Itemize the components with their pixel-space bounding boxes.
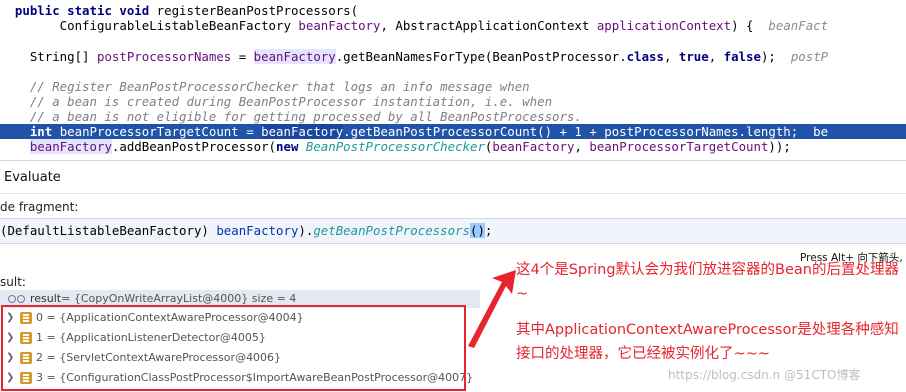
annotation-note-1: 这4个是Spring默认会为我们放进容器的Bean的后置处理器~ [516,262,899,302]
code-line: beanFactory.addBeanPostProcessor(new Bea… [29,139,791,154]
annotation-highlight-box [1,305,466,391]
code-editor[interactable]: public static void registerBeanPostProce… [0,0,906,160]
evaluate-dialog-title: Evaluate [0,160,906,194]
annotation-note-2: 其中ApplicationContextAwareProcessor是处理各种感… [516,322,899,362]
code-line: ConfigurableListableBeanFactory beanFact… [0,18,829,33]
annotation-arrow-icon [468,270,516,348]
watermark: https://blog.csdn.n @51CTO博客 [668,368,861,382]
expression-input[interactable]: (DefaultListableBeanFactory) beanFactory… [0,218,906,244]
code-comment: // Register BeanPostProcessorChecker tha… [0,79,530,94]
code-line: String[] postProcessorNames = beanFactor… [0,49,829,64]
result-label: sult: [0,275,26,289]
code-comment: // a bean is created during BeanPostProc… [0,94,553,109]
code-fragment-label: de fragment: [0,200,79,214]
current-execution-line: int beanProcessorTargetCount = beanFacto… [0,124,906,139]
code-comment: // a bean is not eligible for getting pr… [0,109,582,124]
code-line: public static void registerBeanPostProce… [14,3,359,18]
glasses-icon [8,294,26,304]
